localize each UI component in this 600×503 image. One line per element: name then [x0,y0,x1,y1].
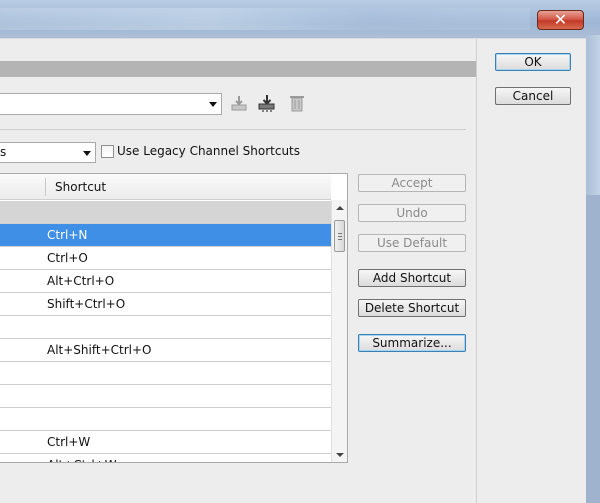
separator [0,129,466,130]
table-row[interactable]: Alt+Ctrl+O [0,270,331,293]
table-row[interactable] [0,408,331,431]
row-shortcut: Alt+Shift+Ctrl+O [47,343,152,357]
undo-button[interactable]: Undo [358,204,466,222]
table-row[interactable] [0,201,331,224]
title-bar: ✕ [0,0,600,40]
table-row[interactable] [0,316,331,339]
row-shortcut: Ctrl+N [47,228,88,242]
table-row[interactable]: Ctrl+W [0,431,331,454]
row-shortcut: Ctrl+O [47,251,88,265]
table-row[interactable]: Alt+Shift+Ctrl+O [0,339,331,362]
save-set-icon[interactable] [229,94,249,112]
scroll-thumb[interactable] [334,220,345,252]
table-row[interactable] [0,385,331,408]
accept-button[interactable]: Accept [358,174,466,192]
legacy-channel-checkbox[interactable] [101,145,114,158]
column-header-shortcut[interactable]: Shortcut [55,180,106,194]
add-shortcut-button[interactable]: Add Shortcut [358,269,466,287]
table-row[interactable]: Ctrl+O [0,247,331,270]
window-frame-right [585,35,600,503]
delete-shortcut-button[interactable]: Delete Shortcut [358,299,466,317]
cancel-button[interactable]: Cancel [495,87,571,105]
title-bar-background [0,8,530,30]
row-shortcut: Shift+Ctrl+O [47,297,126,311]
vertical-scrollbar[interactable] [331,200,347,462]
row-shortcut: Alt+Ctrl+O [47,274,115,288]
chevron-down-icon [83,151,91,156]
table-header: Shortcut [0,174,331,200]
shortcuts-for-value: s [0,145,7,159]
scroll-down-icon[interactable] [336,453,344,457]
keyboard-shortcuts-dialog: s Use Legacy Channel Shortcuts Shortcut … [0,38,586,503]
chevron-down-icon [209,102,217,107]
shortcuts-for-dropdown[interactable]: s [0,142,96,163]
delete-set-icon[interactable] [287,94,307,112]
table-row[interactable]: Alt+Ctrl+W [0,454,331,462]
shortcuts-table: Shortcut Ctrl+N Ctrl+O Alt+Ctrl+O Shift+Ctr… [0,173,348,463]
divider [476,39,477,503]
table-row[interactable] [0,362,331,385]
scroll-up-icon[interactable] [336,206,344,210]
column-divider[interactable] [45,178,46,196]
use-default-button[interactable]: Use Default [358,234,466,252]
close-button[interactable]: ✕ [537,10,584,30]
header-strip [0,61,476,77]
save-set-as-icon[interactable] [257,94,277,112]
table-row[interactable]: Ctrl+N [0,224,331,247]
legacy-channel-label: Use Legacy Channel Shortcuts [117,144,301,158]
summarize-button[interactable]: Summarize... [358,334,466,352]
ok-button[interactable]: OK [495,53,571,71]
table-row[interactable]: Shift+Ctrl+O [0,293,331,316]
set-dropdown[interactable] [0,93,222,115]
frame-shade [585,195,600,503]
row-shortcut: Alt+Ctrl+W [47,454,117,462]
row-shortcut: Ctrl+W [47,435,91,449]
